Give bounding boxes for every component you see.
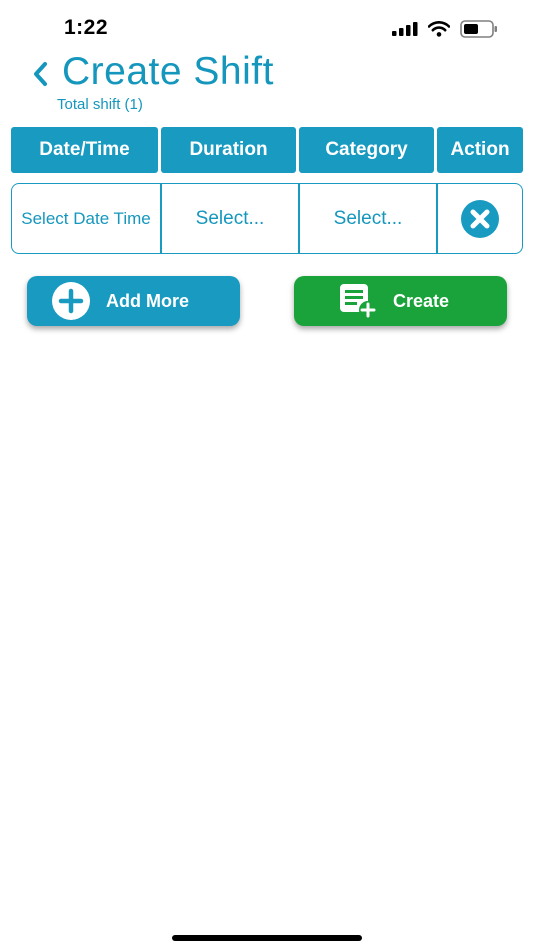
duration-select[interactable]: Select... <box>160 184 298 253</box>
add-more-label: Add More <box>106 290 189 311</box>
chevron-left-icon <box>34 62 47 86</box>
page-title: Create Shift <box>62 50 274 93</box>
document-add-icon <box>340 284 377 319</box>
create-label: Create <box>393 290 450 311</box>
table-row: Select Date Time Select... Select... <box>11 183 523 254</box>
column-header-action: Action <box>437 127 523 173</box>
column-header-duration: Duration <box>161 127 296 173</box>
plus-circle-icon <box>52 282 90 320</box>
status-bar: 1:22 <box>0 0 534 56</box>
column-header-category: Category <box>299 127 434 173</box>
category-select[interactable]: Select... <box>298 184 436 253</box>
status-time: 1:22 <box>64 16 109 39</box>
status-icons <box>392 20 498 38</box>
create-button[interactable]: Create <box>294 276 507 326</box>
date-time-picker[interactable]: Select Date Time <box>12 184 160 253</box>
remove-row-button[interactable] <box>436 184 521 253</box>
close-circle-icon <box>460 199 499 238</box>
table-header: Date/Time Duration Category Action <box>11 127 523 173</box>
total-shift-count: Total shift (1) <box>57 96 143 113</box>
add-more-button[interactable]: Add More <box>27 276 240 326</box>
wifi-icon <box>428 21 450 37</box>
signal-icon <box>392 22 418 36</box>
column-header-date-time: Date/Time <box>11 127 158 173</box>
battery-icon <box>460 20 497 38</box>
back-button[interactable] <box>26 58 54 90</box>
home-indicator <box>172 935 362 941</box>
